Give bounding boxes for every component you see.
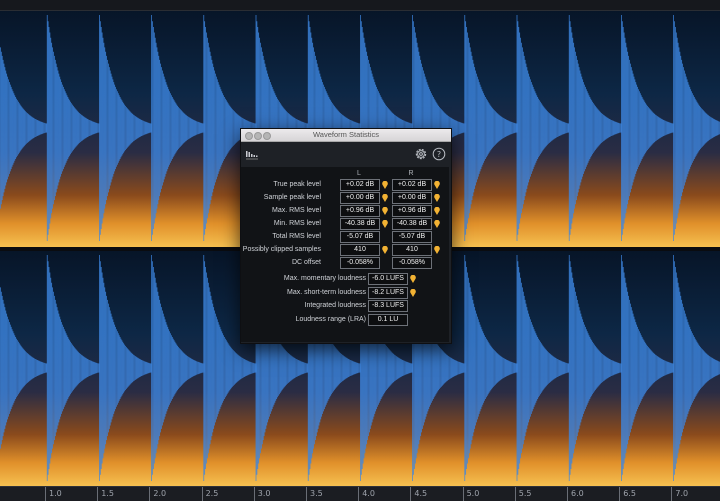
stat-label: Possibly clipped samples [242,246,321,253]
location-marker-icon[interactable] [434,220,440,228]
statistics-panel: L R True peak level +0.02 dB +0.02 dB Sa… [241,167,449,342]
stat-row: True peak level +0.02 dB +0.02 dB [241,179,449,191]
location-marker-icon[interactable] [410,275,416,283]
timeline-tick: 3.5 [306,487,323,501]
location-marker-icon[interactable] [382,220,388,228]
stat-value-right[interactable]: -0.058% [392,257,432,269]
timeline-tick: 4.0 [358,487,375,501]
stat-label: Total RMS level [272,233,321,240]
location-marker-icon[interactable] [382,246,388,254]
loudness-row: Integrated loudness -8.3 LUFS [241,300,449,312]
loudness-value[interactable]: 0.1 LU [368,313,408,326]
location-marker-icon[interactable] [382,181,388,189]
timeline-tick: 6.5 [619,487,636,501]
loudness-row: Max. short-term loudness -8.2 LUFS [241,286,449,299]
location-marker-icon[interactable] [434,194,440,202]
location-marker-icon[interactable] [434,246,440,254]
location-marker-icon[interactable] [434,181,440,189]
stat-value-right[interactable]: +0.02 dB [392,179,432,191]
dialog-header: ? [241,142,451,168]
stat-row: Total RMS level -5.07 dB -5.07 dB [241,231,449,243]
timeline-tick: 7.0 [671,487,688,501]
loudness-value[interactable]: -8.2 LUFS [368,286,408,299]
timeline-tick: 3.0 [253,487,271,501]
stat-value-left[interactable]: +0.96 dB [340,205,380,217]
stat-value-left[interactable]: +0.00 dB [340,192,380,204]
stat-value-left[interactable]: 410 [340,244,380,256]
app-logo-icon [246,151,258,160]
stat-row: Possibly clipped samples 410 410 [241,244,449,256]
column-header-left: L [357,170,361,177]
stat-value-left[interactable]: -40.38 dB [340,218,380,230]
loudness-row: Max. momentary loudness -6.0 LUFS [241,273,449,285]
stat-row: Min. RMS level -40.38 dB -40.38 dB [241,218,449,230]
timeline-tick: 6.0 [567,487,584,501]
stat-value-left[interactable]: +0.02 dB [340,179,380,191]
location-marker-icon[interactable] [382,207,388,215]
loudness-label: Max. short-term loudness [287,288,366,296]
stat-value-right[interactable]: -5.07 dB [392,231,432,243]
stat-label: True peak level [273,181,321,188]
stat-value-right[interactable]: +0.96 dB [392,205,432,217]
location-marker-icon[interactable] [382,194,388,202]
stat-row: Max. RMS level +0.96 dB +0.96 dB [241,205,449,217]
location-marker-icon[interactable] [434,207,440,215]
svg-text:?: ? [437,150,441,159]
location-marker-icon[interactable] [410,288,416,297]
loudness-label: Loudness range (LRA) [295,315,366,323]
loudness-value[interactable]: -6.0 LUFS [368,273,408,285]
stat-label: Max. RMS level [271,207,321,214]
help-icon[interactable]: ? [432,147,446,161]
timeline-tick: 1.0 [45,487,62,501]
stat-value-right[interactable]: -40.38 dB [392,218,432,230]
timeline-tick: 2.0 [149,487,166,501]
timeline-tick: 1.5 [97,487,114,501]
loudness-row: Loudness range (LRA) 0.1 LU [241,313,449,326]
stat-value-left[interactable]: -5.07 dB [340,231,380,243]
column-header-right: R [408,170,414,177]
timeline-tick: 4.5 [410,487,427,501]
loudness-label: Max. momentary loudness [283,275,366,282]
stat-label: DC offset [291,259,321,266]
dialog-titlebar[interactable]: Waveform Statistics [241,129,451,142]
stat-row: DC offset -0.058% -0.058% [241,257,449,269]
loudness-label: Integrated loudness [304,302,367,309]
waveform-statistics-dialog: Waveform Statistics ? L R True peak leve… [240,128,452,344]
gear-icon[interactable] [414,147,428,161]
timeline-tick: 5.0 [462,487,479,501]
loudness-value[interactable]: -8.3 LUFS [368,300,408,312]
stat-value-right[interactable]: +0.00 dB [392,192,432,204]
stat-value-left[interactable]: -0.058% [340,257,380,269]
editor-top-bar [0,0,720,11]
stat-label: Sample peak level [263,194,321,201]
dialog-title: Waveform Statistics [313,130,379,139]
timeline-ruler[interactable]: 1.0 1.5 2.0 2.5 3.0 3.5 4.0 4.5 5.0 5.5 6.0 6.5 7.0 [0,486,720,501]
timeline-tick: 2.5 [201,487,218,501]
stat-label: Min. RMS level [273,220,321,227]
timeline-tick: 5.5 [514,487,532,501]
stat-value-right[interactable]: 410 [392,244,432,256]
stat-row: Sample peak level +0.00 dB +0.00 dB [241,192,449,204]
